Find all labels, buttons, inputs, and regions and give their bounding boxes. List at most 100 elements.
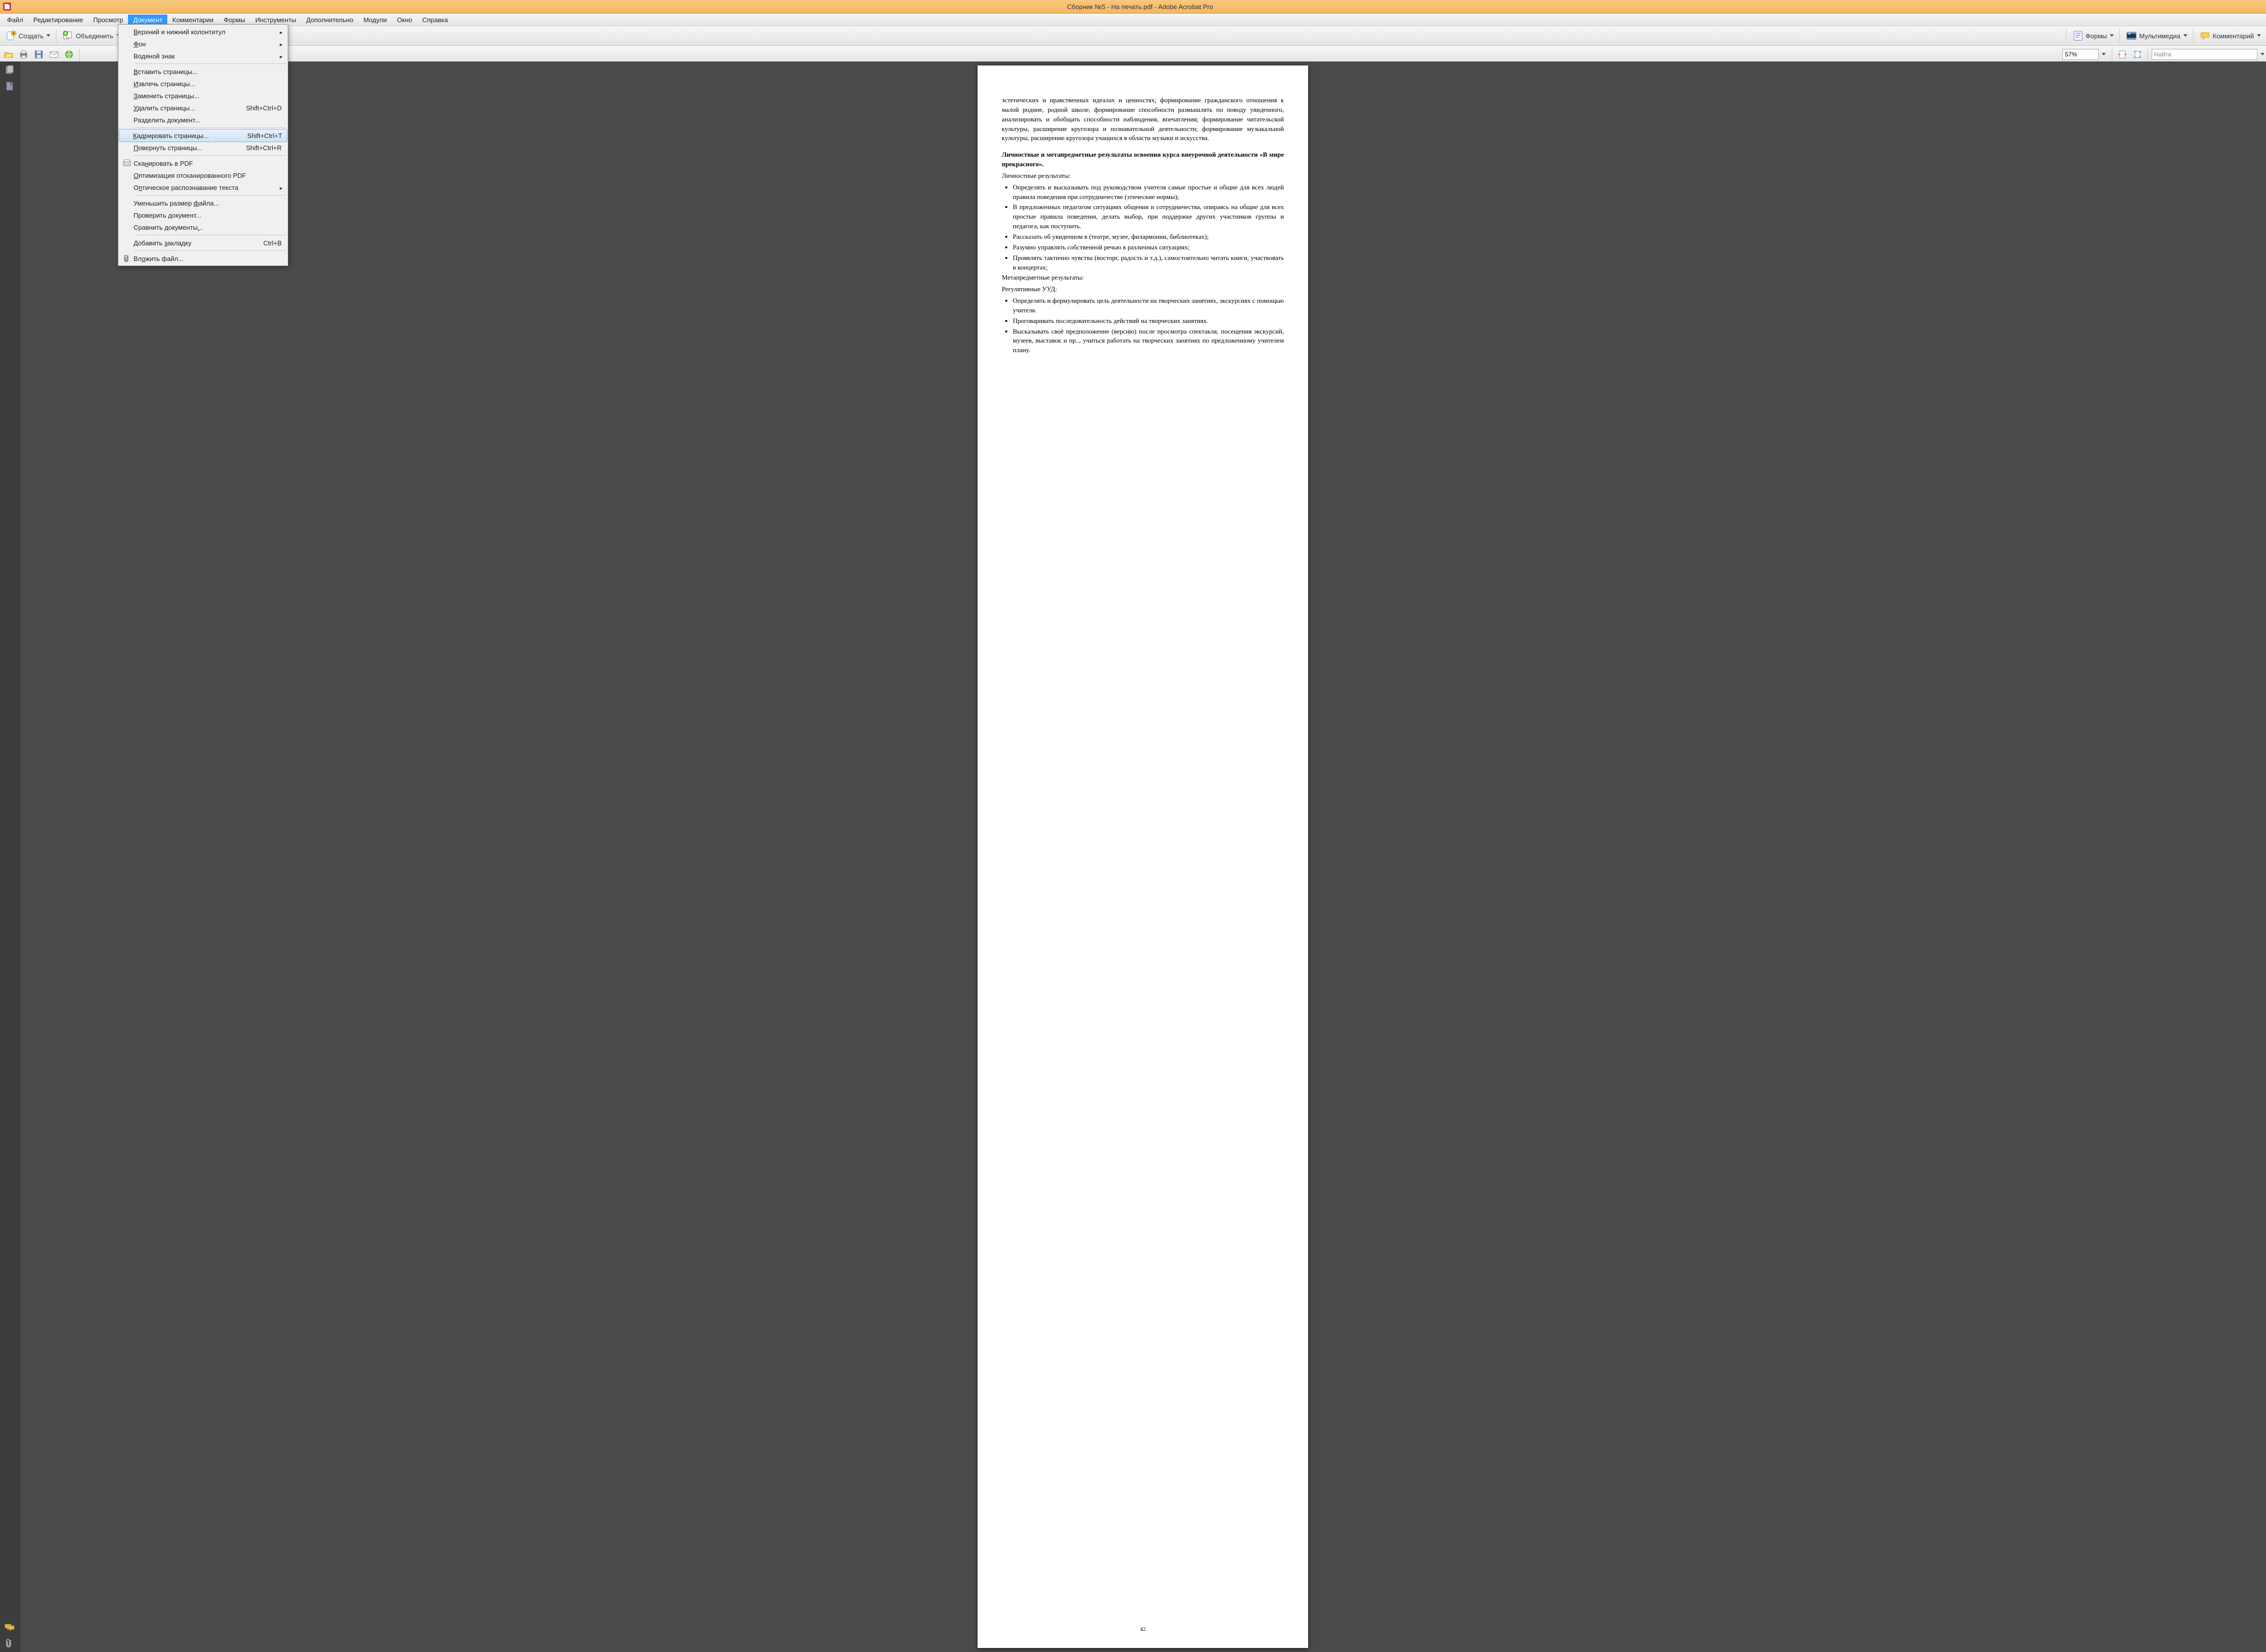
comment-label: Комментарий (2213, 32, 2254, 40)
forms-button[interactable]: Формы (2069, 28, 2117, 43)
menu-модули[interactable]: Модули (358, 15, 392, 25)
menu-item-label: Вложить файл... (134, 255, 284, 262)
bookmarks-panel-icon[interactable] (4, 81, 15, 92)
list-item: Проговаривать последовательность действи… (1013, 316, 1284, 326)
menu-item[interactable]: Вложить файл... (119, 252, 287, 265)
combine-button[interactable]: Объединить (59, 28, 123, 43)
comment-icon (2199, 30, 2211, 41)
page-number: 42 (978, 1626, 1308, 1634)
share-icon[interactable] (62, 48, 76, 61)
print-icon[interactable] (17, 48, 30, 61)
combine-icon (62, 30, 74, 41)
list-item: Высказывать своё предположение (версию) … (1013, 327, 1284, 356)
menu-комментарии[interactable]: Комментарии (167, 15, 219, 25)
chevron-down-icon[interactable] (2102, 53, 2105, 56)
body-text: Метапредметные результаты: (1002, 273, 1284, 283)
titlebar: Сборник №5 - На печать.pdf - Adobe Acrob… (0, 0, 2266, 14)
menu-документ[interactable]: Документ (128, 15, 167, 25)
menu-просмотр[interactable]: Просмотр (88, 15, 128, 25)
comment-button[interactable]: Комментарий (2196, 28, 2264, 43)
chevron-down-icon (46, 34, 50, 38)
menu-shortcut: Ctrl+B (264, 239, 282, 247)
menu-item[interactable]: Водяной знак (119, 50, 287, 62)
chevron-down-icon[interactable] (2260, 53, 2264, 56)
menu-дополнительно[interactable]: Дополнительно (301, 15, 359, 25)
menu-item-label: Проверить документ... (134, 212, 284, 219)
menu-файл[interactable]: Файл (2, 15, 28, 25)
bullet-list: Определять и формулировать цель деятельн… (1002, 296, 1284, 355)
chevron-down-icon (2110, 34, 2113, 38)
find-input[interactable]: Найти (2152, 49, 2257, 60)
menu-item[interactable]: Повернуть страницы...Shift+Ctrl+R (119, 142, 287, 154)
menu-item[interactable]: Извлечь страницы... (119, 78, 287, 90)
list-item: В предложенных педагогом ситуациях общен… (1013, 203, 1284, 231)
window-title: Сборник №5 - На печать.pdf - Adobe Acrob… (14, 3, 2266, 11)
page: эстетических и нравственных идеалах и це… (978, 65, 1308, 1648)
app-icon (3, 3, 11, 11)
menu-item[interactable]: Уменьшить размер файла... (119, 197, 287, 209)
menu-item-label: Фон (134, 40, 279, 48)
menu-окно[interactable]: Окно (392, 15, 417, 25)
menu-инструменты[interactable]: Инструменты (250, 15, 301, 25)
pages-panel-icon[interactable] (4, 64, 15, 76)
menu-item[interactable]: Проверить документ... (119, 209, 287, 221)
menu-shortcut: Shift+Ctrl+R (246, 144, 282, 152)
submenu-arrow-icon (279, 184, 284, 191)
create-button[interactable]: Создать (2, 28, 53, 43)
fit-page-icon[interactable] (2131, 48, 2144, 61)
menu-item-label: Уменьшить размер файла... (134, 200, 284, 207)
menu-item[interactable]: Вставить страницы... (119, 65, 287, 78)
toolbar-file: 57% Найти (0, 46, 2266, 63)
zoom-input[interactable]: 57% (2062, 49, 2099, 60)
document-area[interactable]: эстетических и нравственных идеалах и це… (20, 61, 2266, 1652)
menu-справка[interactable]: Справка (417, 15, 453, 25)
body-text: Регулятивные УУД: (1002, 285, 1284, 294)
menu-item-label: Добавить закладку (134, 239, 264, 247)
email-icon[interactable] (47, 48, 60, 61)
menu-item[interactable]: Сравнить документы... (119, 221, 287, 233)
menu-item-label: Верхний и нижний колонтитул (134, 28, 279, 36)
menu-item-label: Повернуть страницы... (134, 144, 246, 152)
create-label: Создать (19, 32, 43, 40)
save-icon[interactable] (32, 48, 45, 61)
menu-item[interactable]: Разделить документ... (119, 114, 287, 126)
workspace: эстетических и нравственных идеалах и це… (0, 61, 2266, 1652)
fit-width-icon[interactable] (2116, 48, 2129, 61)
menu-item[interactable]: Добавить закладкуCtrl+B (119, 237, 287, 249)
menu-item[interactable]: Сканировать в PDF (119, 157, 287, 169)
menu-редактирование[interactable]: Редактирование (28, 15, 88, 25)
body-text: Личностные результаты: (1002, 171, 1284, 181)
list-item: Определять и высказывать под руководство… (1013, 183, 1284, 202)
scan-icon (120, 159, 134, 167)
menu-item-label: Сравнить документы... (134, 224, 284, 231)
menu-item[interactable]: Удалить страницы...Shift+Ctrl+D (119, 102, 287, 114)
list-item: Проявлять тактично чувства (восторг, рад… (1013, 253, 1284, 273)
menu-item-label: Извлечь страницы... (134, 80, 284, 88)
forms-label: Формы (2086, 32, 2107, 40)
menu-item[interactable]: Оптическое распознавание текста (119, 181, 287, 193)
combine-label: Объединить (76, 32, 113, 40)
multimedia-label: Мультимедиа (2139, 32, 2180, 40)
menu-item-label: Оптимизация отсканированного PDF (134, 172, 284, 179)
nav-panel (0, 61, 20, 1652)
menu-item[interactable]: Фон (119, 38, 287, 50)
chevron-down-icon (2257, 34, 2260, 38)
menu-shortcut: Shift+Ctrl+T (247, 132, 282, 140)
multimedia-button[interactable]: Мультимедиа (2122, 28, 2190, 43)
menu-item[interactable]: Кадрировать страницы...Shift+Ctrl+T (119, 129, 287, 142)
menu-item-label: Кадрировать страницы... (133, 132, 247, 140)
menu-item-label: Удалить страницы... (134, 104, 246, 112)
submenu-arrow-icon (279, 52, 284, 60)
menu-item[interactable]: Заменить страницы... (119, 90, 287, 102)
menu-item-label: Водяной знак (134, 52, 279, 60)
menu-item-label: Вставить страницы... (134, 68, 284, 76)
menu-item[interactable]: Оптимизация отсканированного PDF (119, 169, 287, 181)
menu-формы[interactable]: Формы (219, 15, 250, 25)
open-icon[interactable] (2, 48, 15, 61)
toolbar-tasks: Создать Объединить Формы Мультимедиа Ком… (0, 26, 2266, 46)
list-item: Рассказать об увиденном в (театре, музее… (1013, 232, 1284, 242)
chevron-down-icon (2183, 34, 2187, 38)
comments-panel-icon[interactable] (4, 1622, 15, 1633)
attachments-panel-icon[interactable] (4, 1638, 15, 1649)
menu-item[interactable]: Верхний и нижний колонтитул (119, 26, 287, 38)
